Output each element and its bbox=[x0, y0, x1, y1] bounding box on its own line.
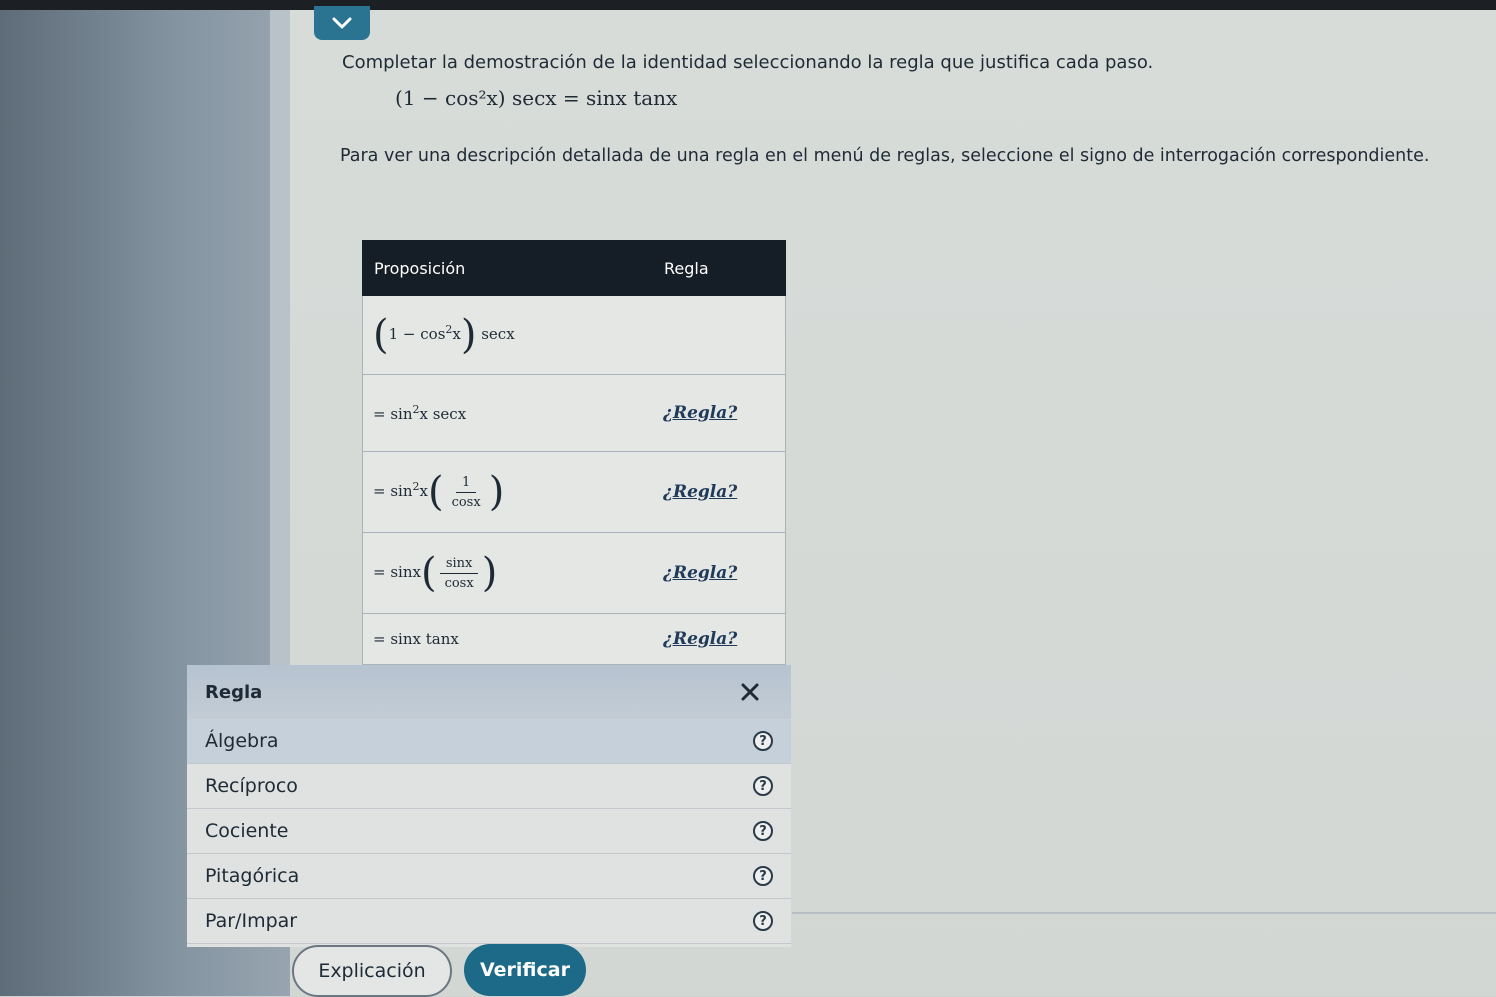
help-icon[interactable]: ? bbox=[753, 776, 773, 796]
explain-button[interactable]: Explicación bbox=[292, 945, 452, 997]
rule-item-reciproco[interactable]: Recíproco ? bbox=[187, 764, 791, 809]
rule-item-cociente[interactable]: Cociente ? bbox=[187, 809, 791, 854]
proposition-math: = sin2x secx bbox=[373, 403, 467, 423]
rule-item-label: Cociente bbox=[205, 820, 289, 842]
rule-item-label: Álgebra bbox=[205, 730, 279, 752]
proposition-math: = sinx(sinx cosx) bbox=[373, 550, 498, 596]
rule-menu: Regla Álgebra ? Recíproco ? Cociente ? P… bbox=[187, 665, 791, 947]
verify-button[interactable]: Verificar bbox=[464, 944, 586, 996]
proof-table: Proposición Regla (1 − cos2x) secx = sin… bbox=[362, 240, 786, 665]
table-row: = sinx tanx ¿Regla? bbox=[362, 614, 786, 665]
table-row: = sin2x secx ¿Regla? bbox=[362, 375, 786, 452]
help-icon[interactable]: ? bbox=[753, 911, 773, 931]
identity-formula: (1 − cos²x) secx = sinx tanx bbox=[395, 86, 678, 110]
table-row: = sin2x(1 cosx) ¿Regla? bbox=[362, 452, 786, 533]
chevron-down-icon bbox=[332, 17, 352, 29]
proposition-math: (1 − cos2x) secx bbox=[373, 312, 515, 358]
rule-item-algebra[interactable]: Álgebra ? bbox=[187, 719, 791, 764]
rule-item-label: Pitagórica bbox=[205, 865, 300, 887]
rule-item-par-impar[interactable]: Par/Impar ? bbox=[187, 899, 791, 944]
rule-item-pitagorica[interactable]: Pitagórica ? bbox=[187, 854, 791, 899]
proposition-math: = sinx tanx bbox=[373, 630, 459, 648]
header-rule: Regla bbox=[664, 258, 709, 278]
close-icon[interactable] bbox=[735, 677, 765, 707]
help-icon[interactable]: ? bbox=[753, 866, 773, 886]
rule-link[interactable]: ¿Regla? bbox=[663, 629, 785, 649]
rule-link[interactable]: ¿Regla? bbox=[663, 482, 785, 502]
help-icon[interactable]: ? bbox=[753, 821, 773, 841]
collapse-button[interactable] bbox=[314, 6, 370, 40]
divider bbox=[792, 912, 1496, 914]
instruction-text: Completar la demostración de la identida… bbox=[342, 52, 1154, 73]
rule-menu-header: Regla bbox=[187, 665, 791, 719]
table-header: Proposición Regla bbox=[362, 240, 786, 296]
table-row: (1 − cos2x) secx bbox=[362, 296, 786, 375]
left-panel-edge bbox=[270, 0, 290, 665]
proposition-math: = sin2x(1 cosx) bbox=[373, 469, 505, 515]
table-row: = sinx(sinx cosx) ¿Regla? bbox=[362, 533, 786, 614]
rule-item-label: Recíproco bbox=[205, 775, 298, 797]
help-icon[interactable]: ? bbox=[753, 731, 773, 751]
hint-text: Para ver una descripción detallada de un… bbox=[340, 146, 1430, 166]
rule-item-label: Par/Impar bbox=[205, 910, 298, 932]
header-proposition: Proposición bbox=[374, 258, 466, 278]
rule-link[interactable]: ¿Regla? bbox=[663, 403, 785, 423]
rule-link[interactable]: ¿Regla? bbox=[663, 563, 785, 583]
rule-menu-title: Regla bbox=[205, 681, 263, 703]
top-bar bbox=[0, 0, 1496, 10]
